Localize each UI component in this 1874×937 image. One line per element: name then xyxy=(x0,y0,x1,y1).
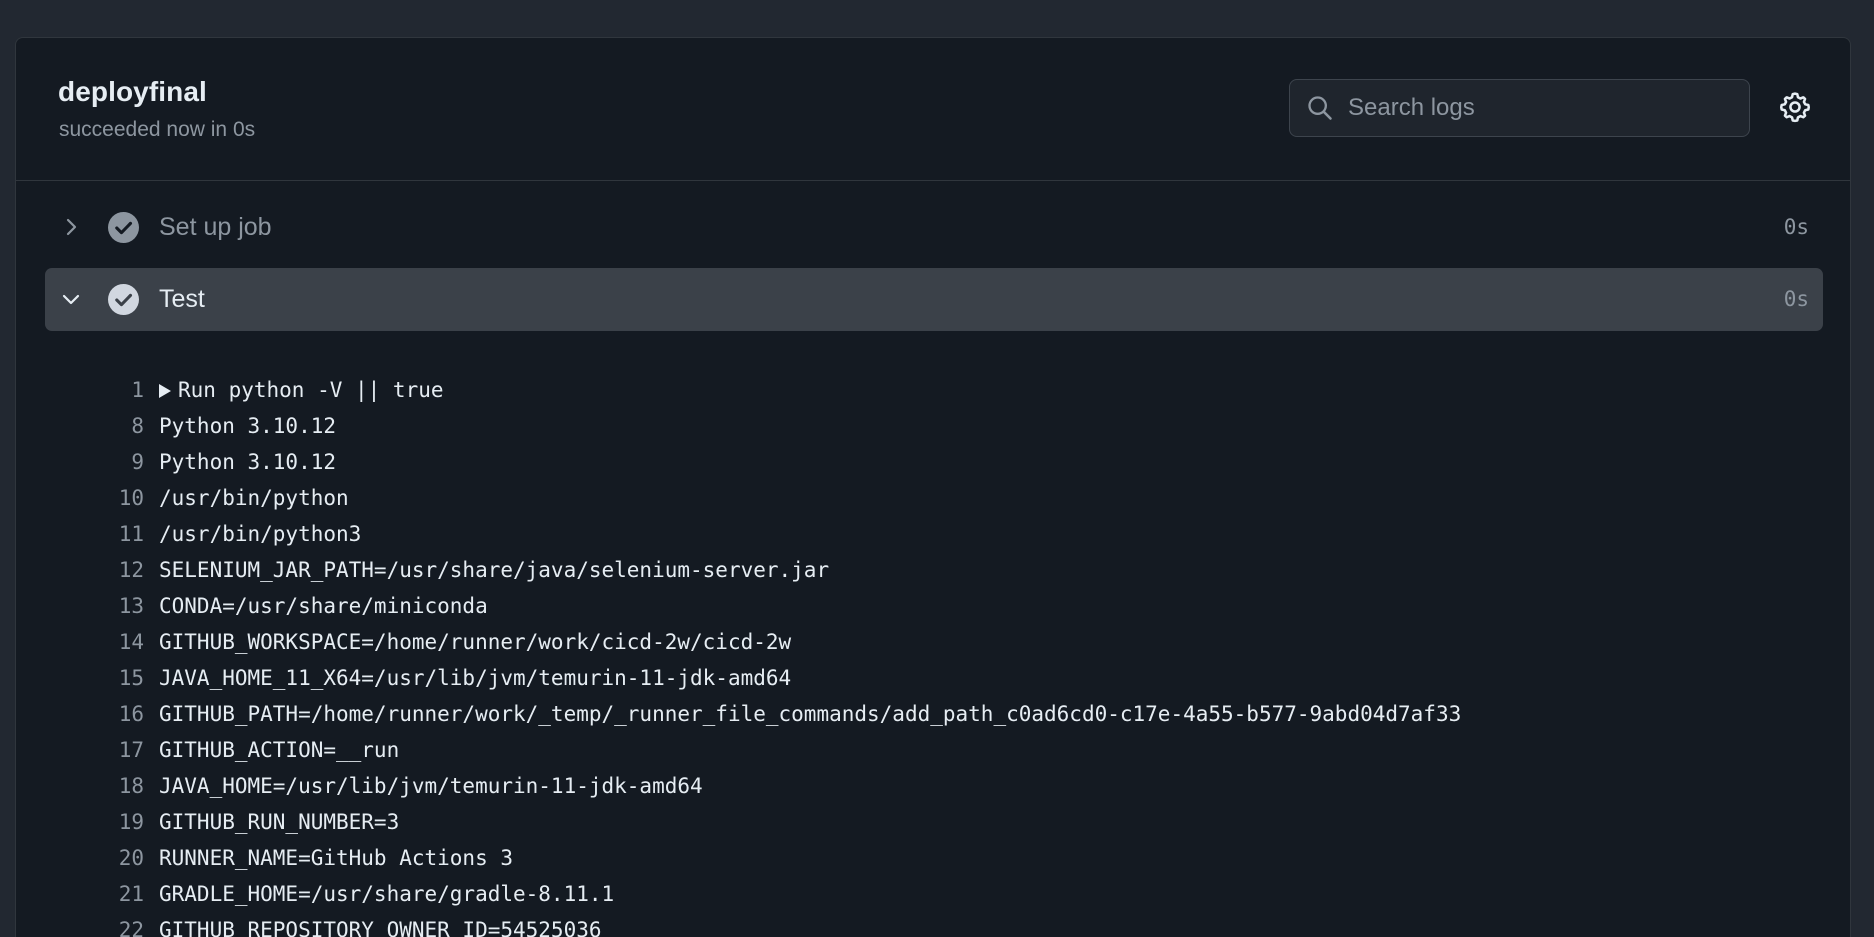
log-text: GITHUB_ACTION=__run xyxy=(159,738,400,762)
log-line: 10/usr/bin/python xyxy=(16,480,1850,516)
log-text: /usr/bin/python xyxy=(159,486,349,510)
line-number[interactable]: 18 xyxy=(119,768,144,804)
log-text: GITHUB_REPOSITORY_OWNER_ID=54525036 xyxy=(159,918,602,937)
log-line: 19 GITHUB_RUN_NUMBER=3 xyxy=(16,804,1850,840)
log-line: 15 JAVA_HOME_11_X64=/usr/lib/jvm/temurin-… xyxy=(16,660,1850,696)
log-text: GITHUB_WORKSPACE=/home/runner/work/cicd-… xyxy=(159,630,792,654)
log-text-container: JAVA_HOME_11_X64=/usr/lib/jvm/temurin-11… xyxy=(159,660,791,696)
log-text-container: /usr/bin/python3 xyxy=(159,516,361,552)
line-number[interactable]: 1 xyxy=(131,372,144,408)
chevron-down-icon xyxy=(62,294,80,305)
log-line: 12 SELENIUM_JAR_PATH=/usr/share/java/sele… xyxy=(16,552,1850,588)
log-line: 8 Python 3.10.12 xyxy=(16,408,1850,444)
search-icon xyxy=(1308,96,1332,120)
line-number[interactable]: 16 xyxy=(119,696,144,732)
log-text-container: GITHUB_WORKSPACE=/home/runner/work/cicd-… xyxy=(159,624,791,660)
step-set-up-job[interactable]: Set up job 0s xyxy=(45,196,1823,259)
log-text-container: GITHUB_REPOSITORY_OWNER_ID=54525036 xyxy=(159,912,602,937)
log-text-container: Python 3.10.12 xyxy=(159,408,336,444)
log-text-container: SELENIUM_JAR_PATH=/usr/share/java/seleni… xyxy=(159,552,829,588)
line-number[interactable]: 15 xyxy=(119,660,144,696)
log-output: 1 Run python -V || true 8 Python 3.10.12 9 Py… xyxy=(16,372,1850,937)
log-line: 22 GITHUB_REPOSITORY_OWNER_ID=54525036 xyxy=(16,912,1850,937)
log-group-line[interactable]: 1 Run python -V || true xyxy=(16,372,1850,408)
step-duration: 0s xyxy=(1783,215,1809,239)
log-text-container: /usr/bin/python xyxy=(159,480,349,516)
line-number[interactable]: 20 xyxy=(119,840,144,876)
step-test[interactable]: Test 0s xyxy=(45,268,1823,331)
line-number[interactable]: 13 xyxy=(119,588,144,624)
log-text-container: GITHUB_ACTION=__run xyxy=(159,732,399,768)
log-text: Python 3.10.12 xyxy=(159,450,337,474)
line-number[interactable]: 14 xyxy=(119,624,144,660)
job-status-text: succeeded now in 0s xyxy=(59,118,256,141)
job-log-panel: deployfinal succeeded now in 0s Set up j… xyxy=(15,37,1851,937)
line-number[interactable]: 9 xyxy=(131,444,144,480)
log-text: GITHUB_RUN_NUMBER=3 xyxy=(159,810,400,834)
log-text: /usr/bin/python3 xyxy=(159,522,362,546)
line-number[interactable]: 21 xyxy=(119,876,144,912)
log-line: 21 GRADLE_HOME=/usr/share/gradle-8.11.1 xyxy=(16,876,1850,912)
triangle-right-icon[interactable] xyxy=(159,384,171,398)
log-text-container: Python 3.10.12 xyxy=(159,444,336,480)
line-number[interactable]: 12 xyxy=(119,552,144,588)
gear-icon[interactable] xyxy=(1778,90,1812,124)
line-number[interactable]: 19 xyxy=(119,804,144,840)
line-number[interactable]: 10 xyxy=(119,480,144,516)
log-text: JAVA_HOME_11_X64=/usr/lib/jvm/temurin-11… xyxy=(159,666,792,690)
line-number[interactable]: 11 xyxy=(119,516,144,552)
log-text-container: RUNNER_NAME=GitHub Actions 3 xyxy=(159,840,513,876)
job-title: deployfinal xyxy=(58,76,207,107)
log-text: Run python -V || true xyxy=(178,378,444,402)
log-text: GRADLE_HOME=/usr/share/gradle-8.11.1 xyxy=(159,882,615,906)
log-text-container: Run python -V || true xyxy=(159,372,444,408)
log-line: 9 Python 3.10.12 xyxy=(16,444,1850,480)
log-line: 13 CONDA=/usr/share/miniconda xyxy=(16,588,1850,624)
log-line: 18 JAVA_HOME=/usr/lib/jvm/temurin-11-jdk-… xyxy=(16,768,1850,804)
log-text-container: CONDA=/usr/share/miniconda xyxy=(159,588,488,624)
log-text-container: GITHUB_PATH=/home/runner/work/_temp/_run… xyxy=(159,696,1461,732)
log-text-container: GITHUB_RUN_NUMBER=3 xyxy=(159,804,399,840)
log-text-container: GRADLE_HOME=/usr/share/gradle-8.11.1 xyxy=(159,876,614,912)
log-line: 11/usr/bin/python3 xyxy=(16,516,1850,552)
search-logs-input[interactable] xyxy=(1348,80,1738,136)
log-text: Python 3.10.12 xyxy=(159,414,337,438)
search-logs-box[interactable] xyxy=(1289,79,1750,137)
log-line: 17 GITHUB_ACTION=__run xyxy=(16,732,1850,768)
log-text: SELENIUM_JAR_PATH=/usr/share/java/seleni… xyxy=(159,558,830,582)
log-line: 14 GITHUB_WORKSPACE=/home/runner/work/cic… xyxy=(16,624,1850,660)
line-number[interactable]: 17 xyxy=(119,732,144,768)
step-name: Set up job xyxy=(159,213,272,241)
log-text: RUNNER_NAME=GitHub Actions 3 xyxy=(159,846,514,870)
line-number[interactable]: 22 xyxy=(119,912,144,937)
check-circle-icon xyxy=(108,212,139,243)
step-name: Test xyxy=(159,285,205,313)
step-duration: 0s xyxy=(1783,287,1809,311)
log-text: CONDA=/usr/share/miniconda xyxy=(159,594,488,618)
log-text: JAVA_HOME=/usr/lib/jvm/temurin-11-jdk-am… xyxy=(159,774,703,798)
line-number[interactable]: 8 xyxy=(131,408,144,444)
log-text-container: JAVA_HOME=/usr/lib/jvm/temurin-11-jdk-am… xyxy=(159,768,703,804)
log-line: 16 GITHUB_PATH=/home/runner/work/_temp/_r… xyxy=(16,696,1850,732)
check-circle-icon xyxy=(108,284,139,315)
chevron-right-icon xyxy=(66,218,77,236)
job-header: deployfinal succeeded now in 0s xyxy=(16,38,1850,181)
log-text: GITHUB_PATH=/home/runner/work/_temp/_run… xyxy=(159,702,1462,726)
log-line: 20 RUNNER_NAME=GitHub Actions 3 xyxy=(16,840,1850,876)
